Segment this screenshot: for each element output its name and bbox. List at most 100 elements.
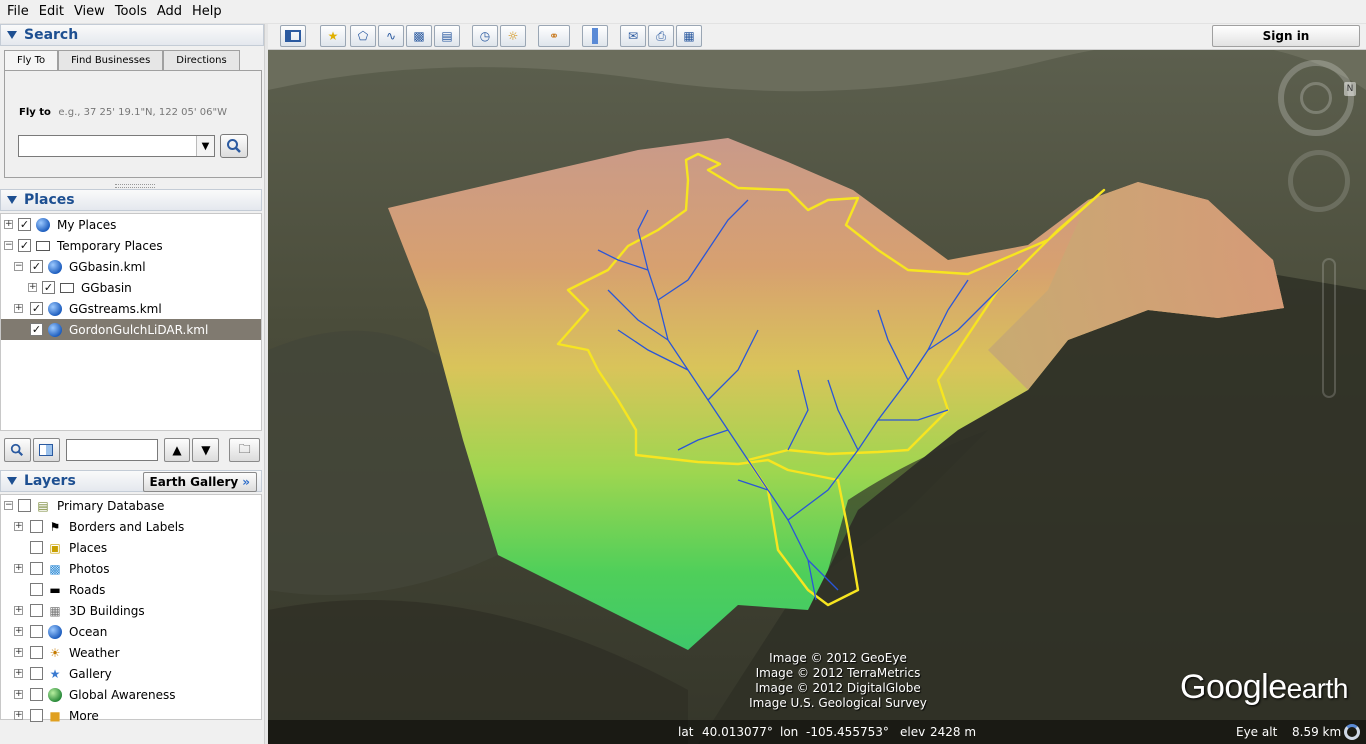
menu-tools[interactable]: Tools	[110, 0, 152, 24]
folder-menu-button[interactable]: 🗀	[229, 438, 260, 462]
collapse-icon[interactable]: −	[14, 262, 23, 271]
menu-help[interactable]: Help	[187, 0, 227, 24]
fly-to-input[interactable]: ▼	[18, 135, 215, 157]
collapse-icon[interactable]: −	[4, 501, 13, 510]
expand-icon[interactable]: +	[14, 648, 23, 657]
sign-in-button[interactable]: Sign in	[1212, 25, 1360, 47]
layer-row[interactable]: + ⚑ Borders and Labels	[1, 516, 261, 537]
resize-grip[interactable]	[115, 184, 155, 188]
expand-icon[interactable]: +	[14, 711, 23, 720]
collapse-triangle-icon[interactable]	[7, 31, 17, 39]
move-up-button[interactable]: ▲	[163, 438, 191, 462]
map-viewport[interactable]: N Image © 2012 GeoEye Image © 2012 Terra…	[268, 50, 1366, 744]
elev-value: 2428 m	[930, 725, 977, 739]
expand-icon[interactable]: +	[14, 690, 23, 699]
layer-row[interactable]: − ▤ Primary Database	[1, 495, 261, 516]
checkbox[interactable]	[30, 709, 43, 722]
checkbox[interactable]	[30, 583, 43, 596]
search-panel-header[interactable]: Search	[0, 24, 264, 46]
move-joystick[interactable]	[1288, 150, 1350, 212]
expand-icon[interactable]: +	[14, 669, 23, 678]
places-row-ggbasin[interactable]: + ✓ GGbasin	[1, 277, 261, 298]
places-row-ggstreams-kml[interactable]: + ✓ GGstreams.kml	[1, 298, 261, 319]
checkbox[interactable]	[30, 646, 43, 659]
print-button[interactable]: ⎙	[648, 25, 674, 47]
earth-gallery-button[interactable]: Earth Gallery»	[142, 472, 257, 492]
checkbox[interactable]	[30, 520, 43, 533]
tab-fly-to[interactable]: Fly To	[4, 50, 59, 70]
ruler-button[interactable]	[582, 25, 608, 47]
expand-icon[interactable]: +	[4, 220, 13, 229]
collapse-triangle-icon[interactable]	[7, 477, 17, 485]
globe-icon	[35, 217, 51, 233]
places-row-gordongulchlidar-kml[interactable]: ✓ GordonGulchLiDAR.kml	[1, 319, 261, 340]
add-overlay-button[interactable]: ▩	[406, 25, 432, 47]
tab-find-businesses[interactable]: Find Businesses	[58, 50, 164, 70]
layer-row[interactable]: + Global Awareness	[1, 684, 261, 705]
layer-row[interactable]: + ☀ Weather	[1, 642, 261, 663]
sunlight-button[interactable]: ☼	[500, 25, 526, 47]
zoom-slider[interactable]	[1322, 258, 1336, 398]
expand-icon[interactable]: +	[14, 627, 23, 636]
navigation-compass[interactable]: N	[1278, 60, 1358, 140]
expand-icon[interactable]: +	[14, 564, 23, 573]
email-button[interactable]: ✉	[620, 25, 646, 47]
checkbox[interactable]: ✓	[18, 218, 31, 231]
expand-icon[interactable]: +	[14, 522, 23, 531]
checkbox[interactable]	[18, 499, 31, 512]
chevron-down-icon[interactable]: ▼	[196, 136, 214, 156]
move-down-button[interactable]: ▼	[192, 438, 220, 462]
places-panel-header[interactable]: Places	[0, 189, 262, 211]
tab-directions[interactable]: Directions	[163, 50, 240, 70]
menu-edit[interactable]: Edit	[34, 0, 69, 24]
record-tour-button[interactable]: ▤	[434, 25, 460, 47]
collapse-icon[interactable]: −	[4, 241, 13, 250]
places-item-label: GGbasin	[81, 280, 132, 295]
layer-label: Gallery	[69, 666, 112, 681]
add-path-button[interactable]: ∿	[378, 25, 404, 47]
menu-view[interactable]: View	[69, 0, 110, 24]
fly-to-pane: Fly to e.g., 37 25' 19.1"N, 122 05' 06"W…	[4, 70, 262, 188]
hide-sidebar-button[interactable]	[280, 25, 306, 47]
search-button[interactable]	[220, 134, 248, 158]
expand-icon[interactable]: +	[28, 283, 37, 292]
checkbox[interactable]: ✓	[42, 281, 55, 294]
checkbox[interactable]	[30, 604, 43, 617]
places-search-button[interactable]	[4, 438, 31, 462]
add-polygon-button[interactable]: ⬠	[350, 25, 376, 47]
checkbox[interactable]	[30, 541, 43, 554]
checkbox[interactable]	[30, 562, 43, 575]
checkbox[interactable]	[30, 688, 43, 701]
menu-file[interactable]: File	[2, 0, 34, 24]
north-up-button[interactable]: N	[1344, 82, 1356, 96]
collapse-triangle-icon[interactable]	[7, 196, 17, 204]
menu-add[interactable]: Add	[152, 0, 187, 24]
layer-row[interactable]: ▣ Places	[1, 537, 261, 558]
layer-row[interactable]: + ▩ Photos	[1, 558, 261, 579]
layer-row[interactable]: ▬ Roads	[1, 579, 261, 600]
layer-row[interactable]: + ★ Gallery	[1, 663, 261, 684]
places-row-temporary-places[interactable]: − ✓ Temporary Places	[1, 235, 261, 256]
toggle-panel-button[interactable]	[32, 438, 60, 462]
checkbox[interactable]: ✓	[30, 323, 43, 336]
historical-imagery-button[interactable]: ◷	[472, 25, 498, 47]
expand-icon[interactable]: +	[14, 304, 23, 313]
look-joystick[interactable]	[1300, 82, 1332, 114]
checkbox[interactable]	[30, 667, 43, 680]
switch-planet-button[interactable]: ⚭	[538, 25, 570, 47]
places-search-input[interactable]	[65, 439, 158, 461]
checkbox[interactable]: ✓	[30, 260, 43, 273]
places-row-ggbasin-kml[interactable]: − ✓ GGbasin.kml	[1, 256, 261, 277]
checkbox[interactable]: ✓	[18, 239, 31, 252]
view-in-maps-button[interactable]: ▦	[676, 25, 702, 47]
places-row-my-places[interactable]: + ✓ My Places	[1, 214, 261, 235]
layer-row[interactable]: + ▦ 3D Buildings	[1, 600, 261, 621]
checkbox[interactable]	[30, 625, 43, 638]
add-placemark-button[interactable]: ★	[320, 25, 346, 47]
printer-icon: ⎙	[656, 28, 666, 43]
layer-row[interactable]: + Ocean	[1, 621, 261, 642]
expand-icon[interactable]: +	[14, 606, 23, 615]
layer-row[interactable]: + ■ More	[1, 705, 261, 726]
checkbox[interactable]: ✓	[30, 302, 43, 315]
layers-panel-header[interactable]: Layers Earth Gallery»	[0, 470, 262, 492]
